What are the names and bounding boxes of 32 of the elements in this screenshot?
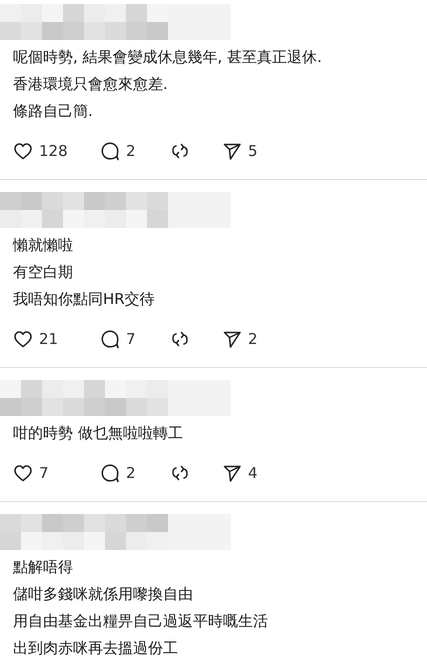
- comment-text: 我唔知你點同HR交待: [13, 289, 156, 310]
- comment-text: 條路自己簡.: [13, 101, 94, 122]
- repost-icon[interactable]: [170, 141, 190, 161]
- comment-text: 懶就懶啦: [13, 235, 74, 256]
- comment-text: 儲咁多錢咪就係用嚟換自由: [13, 584, 194, 605]
- count-label: 7: [39, 464, 49, 482]
- repost-icon[interactable]: [170, 463, 190, 483]
- reply-icon[interactable]: [100, 329, 120, 349]
- reply-icon[interactable]: [100, 141, 120, 161]
- share-icon[interactable]: [222, 141, 242, 161]
- count-label: 2: [126, 142, 136, 160]
- count-label: 2: [248, 330, 258, 348]
- comment-text: 香港環境只會愈來愈差.: [13, 74, 169, 95]
- comment-text: 出到肉赤咪再去搵過份工: [13, 638, 179, 659]
- count-label: 4: [248, 464, 258, 482]
- comment-text: 咁的時勢 做乜無啦啦轉工: [13, 423, 184, 444]
- heart-icon[interactable]: [13, 329, 33, 349]
- comment-text: 點解唔得: [13, 557, 74, 578]
- heart-icon[interactable]: [13, 463, 33, 483]
- heart-icon[interactable]: [13, 141, 33, 161]
- repost-icon[interactable]: [170, 329, 190, 349]
- count-label: 5: [248, 142, 258, 160]
- comment-text: 呢個時勢, 結果會變成休息幾年, 甚至真正退休.: [13, 47, 323, 68]
- comment-text: 用自由基金出糧畀自己過返平時嘅生活: [13, 611, 269, 632]
- reply-icon[interactable]: [100, 463, 120, 483]
- comment-text: 有空白期: [13, 262, 74, 283]
- share-icon[interactable]: [222, 329, 242, 349]
- count-label: 21: [39, 330, 58, 348]
- share-icon[interactable]: [222, 463, 242, 483]
- count-label: 2: [126, 464, 136, 482]
- count-label: 7: [126, 330, 136, 348]
- count-label: 128: [39, 142, 68, 160]
